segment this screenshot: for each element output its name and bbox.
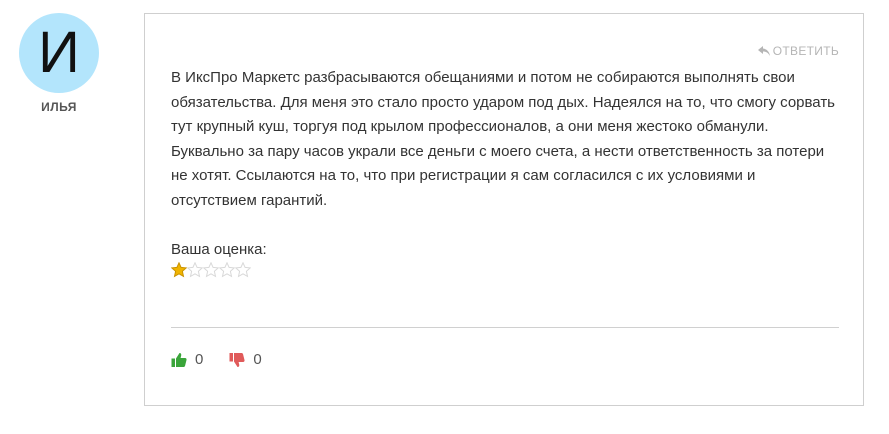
dislike-button[interactable]: 0	[229, 351, 262, 368]
rating-label: Ваша оценка:	[171, 241, 267, 258]
author-name: ИЛЬЯ	[41, 100, 77, 114]
avatar-letter: И	[38, 20, 80, 85]
comment-card: ОТВЕТИТЬ В ИксПро Маркетс разбрасываются…	[144, 13, 864, 406]
reply-label: ОТВЕТИТЬ	[772, 44, 839, 58]
star-icon[interactable]	[219, 262, 235, 278]
votes: 0 0	[171, 351, 288, 368]
star-icon[interactable]	[235, 262, 251, 278]
like-count: 0	[195, 351, 204, 368]
reply-arrow-icon	[757, 46, 770, 56]
thumbs-up-icon	[171, 352, 187, 367]
avatar: И	[19, 13, 99, 93]
dislike-count: 0	[253, 351, 262, 368]
thumbs-down-icon	[229, 352, 245, 367]
star-icon[interactable]	[171, 262, 187, 278]
star-icon[interactable]	[187, 262, 203, 278]
like-button[interactable]: 0	[171, 351, 203, 368]
divider	[171, 327, 839, 328]
rating-stars	[171, 262, 251, 278]
star-icon[interactable]	[203, 262, 219, 278]
comment-text: В ИксПро Маркетс разбрасываются обещания…	[171, 69, 835, 209]
reply-button[interactable]: ОТВЕТИТЬ	[757, 44, 839, 58]
